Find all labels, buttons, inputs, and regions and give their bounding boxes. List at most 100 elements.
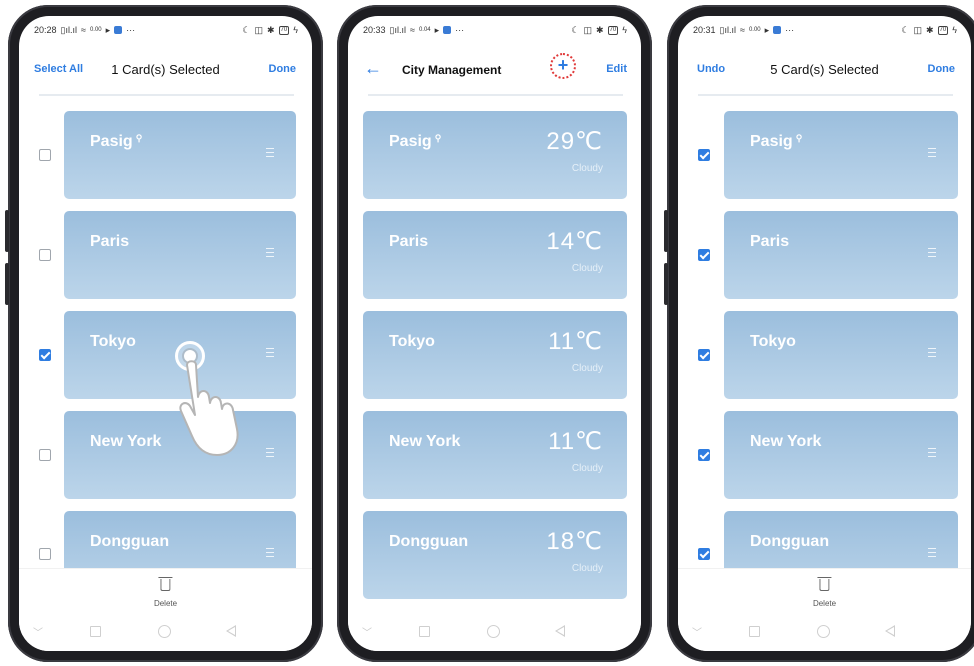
vibrate-icon: ◫ xyxy=(254,24,263,35)
signal-icon: ▯ıl.ıl xyxy=(389,24,406,35)
checkbox-dongguan[interactable] xyxy=(39,548,51,560)
vibrate-icon: ◫ xyxy=(583,24,592,35)
checkbox-pasig[interactable] xyxy=(39,149,51,161)
done-button[interactable]: Done xyxy=(269,63,297,75)
city-name: New York xyxy=(90,433,162,450)
more-icon: ··· xyxy=(126,25,136,35)
location-pin-icon: ⚲ xyxy=(434,133,442,143)
recents-icon[interactable] xyxy=(419,626,430,637)
city-card-pasig[interactable]: Pasig ⚲ xyxy=(64,111,296,199)
drag-handle-icon[interactable] xyxy=(928,448,936,457)
edit-button[interactable]: Edit xyxy=(606,63,627,75)
network-speed: 0.00 xyxy=(89,27,102,33)
drag-handle-icon[interactable] xyxy=(266,548,274,557)
weather-condition: Cloudy xyxy=(571,163,603,174)
back-icon[interactable] xyxy=(885,625,895,637)
plus-icon[interactable]: + xyxy=(550,53,576,79)
city-name: New York xyxy=(750,433,822,450)
pointing-hand-icon xyxy=(179,360,239,456)
divider xyxy=(368,94,623,96)
location-pin-icon: ⚲ xyxy=(135,133,143,143)
chevron-down-icon[interactable]: ﹀ xyxy=(33,624,43,639)
temperature: 29℃ xyxy=(546,128,603,155)
checkbox-dongguan[interactable] xyxy=(698,548,710,560)
weather-condition: Cloudy xyxy=(571,463,603,474)
divider xyxy=(39,94,294,96)
drag-handle-icon[interactable] xyxy=(266,248,274,257)
recents-icon[interactable] xyxy=(749,626,760,637)
home-icon[interactable] xyxy=(487,625,500,638)
checkbox-new-york[interactable] xyxy=(698,449,710,461)
city-card-dongguan[interactable]: Dongguan 18℃ Cloudy xyxy=(363,511,627,599)
temperature: 14℃ xyxy=(546,228,603,255)
city-card-pasig[interactable]: Pasig ⚲ 29℃ Cloudy xyxy=(363,111,627,199)
undo-button[interactable]: Undo xyxy=(697,63,725,75)
trash-icon xyxy=(158,577,173,591)
back-icon[interactable] xyxy=(226,625,236,637)
status-bar: 20:33 ▯ıl.ıl ≈ 0.04 ▸ ··· ☾ ◫ ✱ 70 ϟ xyxy=(348,16,641,44)
phone-select-one: 20:28 ▯ıl.ıl ≈ 0.00 ▸ ··· ☾ ◫ ✱ 70 ϟ Sel… xyxy=(5,5,323,662)
drag-handle-icon[interactable] xyxy=(266,148,274,157)
city-card-tokyo[interactable]: Tokyo 11℃ Cloudy xyxy=(363,311,627,399)
navigation-bar: ﹀ xyxy=(348,611,641,651)
checkbox-paris[interactable] xyxy=(39,249,51,261)
weather-condition: Cloudy xyxy=(571,263,603,274)
screen: 20:33 ▯ıl.ıl ≈ 0.04 ▸ ··· ☾ ◫ ✱ 70 ϟ ← C… xyxy=(348,16,641,651)
header: ← City Management + Edit xyxy=(348,53,641,84)
navigation-bar: ﹀ xyxy=(19,621,312,643)
home-icon[interactable] xyxy=(158,625,171,638)
status-time: 20:33 xyxy=(363,25,386,35)
weather-condition: Cloudy xyxy=(571,563,603,574)
back-arrow-icon[interactable]: ← xyxy=(364,58,382,79)
bottom-action-bar: Delete ﹀ xyxy=(19,568,312,651)
delete-button[interactable]: Delete xyxy=(812,577,837,611)
drag-handle-icon[interactable] xyxy=(928,548,936,557)
volume-button xyxy=(5,210,9,252)
delete-label: Delete xyxy=(812,599,837,608)
city-name: Dongguan xyxy=(389,533,469,550)
play-icon: ▸ xyxy=(105,24,111,35)
play-icon: ▸ xyxy=(434,24,440,35)
more-icon: ··· xyxy=(455,25,465,35)
status-bar: 20:31 ▯ıl.ıl ≈ 0.00 ▸ ··· ☾ ◫ ✱ 70 ϟ xyxy=(678,16,971,44)
status-time: 20:28 xyxy=(34,25,57,35)
checkbox-new-york[interactable] xyxy=(39,449,51,461)
wifi-icon: ≈ xyxy=(409,25,415,35)
city-card-pasig[interactable]: Pasig ⚲ xyxy=(724,111,958,199)
city-card-tokyo[interactable]: Tokyo xyxy=(724,311,958,399)
city-card-paris[interactable]: Paris xyxy=(724,211,958,299)
city-card-paris[interactable]: Paris xyxy=(64,211,296,299)
delete-label: Delete xyxy=(153,599,178,608)
drag-handle-icon[interactable] xyxy=(928,148,936,157)
checkbox-tokyo[interactable] xyxy=(39,349,51,361)
navigation-bar: ﹀ xyxy=(678,621,971,643)
back-icon[interactable] xyxy=(555,625,565,637)
checkbox-pasig[interactable] xyxy=(698,149,710,161)
volume-button xyxy=(5,263,9,305)
charging-icon: ϟ xyxy=(293,25,298,35)
city-card-new-york[interactable]: New York 11℃ Cloudy xyxy=(363,411,627,499)
done-button[interactable]: Done xyxy=(928,63,956,75)
recents-icon[interactable] xyxy=(90,626,101,637)
drag-handle-icon[interactable] xyxy=(928,348,936,357)
select-all-button[interactable]: Select All xyxy=(34,63,83,75)
chevron-down-icon[interactable]: ﹀ xyxy=(692,624,702,639)
signal-icon: ▯ıl.ıl xyxy=(60,24,77,35)
city-card-new-york[interactable]: New York xyxy=(724,411,958,499)
battery-icon: 70 xyxy=(607,25,619,35)
drag-handle-icon[interactable] xyxy=(266,448,274,457)
city-name: Pasig ⚲ xyxy=(90,133,143,150)
city-card-paris[interactable]: Paris 14℃ Cloudy xyxy=(363,211,627,299)
drag-handle-icon[interactable] xyxy=(266,348,274,357)
delete-button[interactable]: Delete xyxy=(153,577,178,611)
screen: 20:31 ▯ıl.ıl ≈ 0.00 ▸ ··· ☾ ◫ ✱ 70 ϟ Und… xyxy=(678,16,971,651)
home-icon[interactable] xyxy=(817,625,830,638)
city-name: Tokyo xyxy=(750,333,796,350)
temperature: 11℃ xyxy=(548,328,603,355)
signal-icon: ▯ıl.ıl xyxy=(719,24,736,35)
checkbox-tokyo[interactable] xyxy=(698,349,710,361)
chevron-down-icon[interactable]: ﹀ xyxy=(362,624,372,639)
charging-icon: ϟ xyxy=(622,25,627,35)
checkbox-paris[interactable] xyxy=(698,249,710,261)
drag-handle-icon[interactable] xyxy=(928,248,936,257)
